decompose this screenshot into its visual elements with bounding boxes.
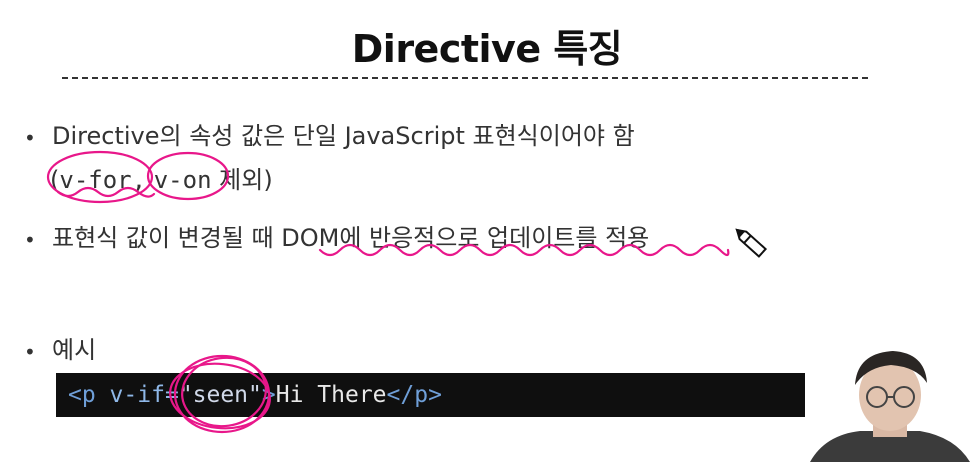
code-v-for: v-for, bbox=[59, 166, 147, 194]
code-close-bracket: > bbox=[261, 382, 276, 408]
code-v-on: v-on bbox=[153, 166, 212, 194]
code-open-tag: <p bbox=[68, 382, 96, 408]
code-content: Hi There bbox=[275, 382, 387, 408]
code-attribute: v-if= bbox=[95, 382, 179, 408]
slide-title: Directive 특징 bbox=[351, 27, 623, 71]
bullet-dot: • bbox=[24, 228, 36, 252]
bullet-3-text: 예시 bbox=[52, 336, 97, 364]
bullet-1-text: Directive의 속성 값은 단일 JavaScript 표현식이어야 함 bbox=[52, 122, 635, 150]
bullet-2-text: 표현식 값이 변경될 때 DOM에 반응적으로 업데이트를 적용 bbox=[52, 224, 650, 252]
code-end-tag: </p> bbox=[386, 382, 442, 408]
pencil-cursor-icon bbox=[735, 228, 768, 258]
code-attribute-value: "seen" bbox=[178, 382, 262, 408]
exception-suffix: 제외) bbox=[219, 166, 273, 194]
presenter-webcam bbox=[805, 345, 974, 462]
bullet-dot: • bbox=[24, 126, 36, 150]
open-paren: ( bbox=[50, 166, 60, 194]
title-divider bbox=[62, 77, 868, 79]
code-example-block: <p v-if="seen">Hi There</p> bbox=[56, 373, 846, 417]
bullet-dot: • bbox=[24, 340, 36, 364]
bullet-1-exceptions: (v-for, v-on 제외) bbox=[50, 160, 273, 195]
